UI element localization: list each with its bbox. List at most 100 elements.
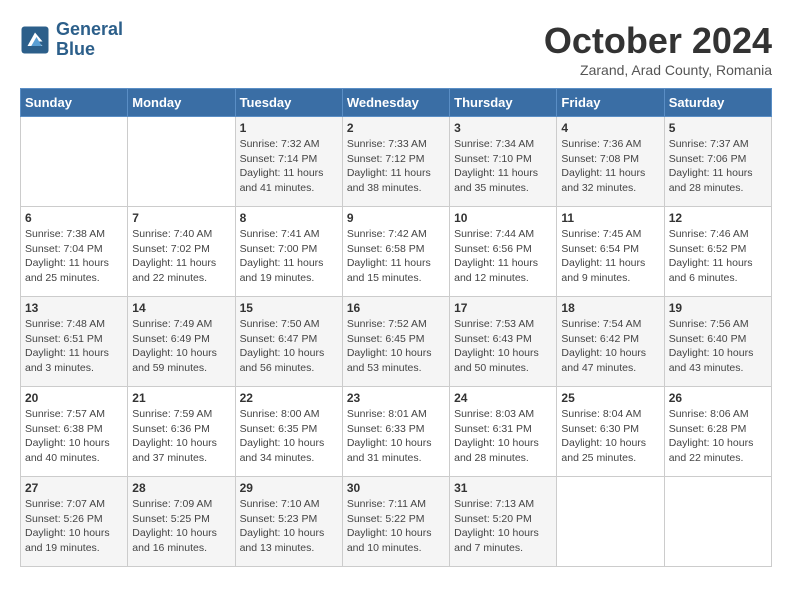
day-number: 22 — [240, 391, 338, 405]
calendar-cell: 7 Sunrise: 7:40 AM Sunset: 7:02 PM Daylig… — [128, 207, 235, 297]
calendar-week-row: 27 Sunrise: 7:07 AM Sunset: 5:26 PM Dayli… — [21, 477, 772, 567]
calendar-cell — [557, 477, 664, 567]
weekday-header: Wednesday — [342, 89, 449, 117]
day-info: Sunrise: 7:54 AM Sunset: 6:42 PM Dayligh… — [561, 317, 659, 376]
day-number: 30 — [347, 481, 445, 495]
day-number: 18 — [561, 301, 659, 315]
calendar-cell: 12 Sunrise: 7:46 AM Sunset: 6:52 PM Dayli… — [664, 207, 771, 297]
day-number: 5 — [669, 121, 767, 135]
calendar-cell: 22 Sunrise: 8:00 AM Sunset: 6:35 PM Dayli… — [235, 387, 342, 477]
weekday-header: Monday — [128, 89, 235, 117]
day-number: 19 — [669, 301, 767, 315]
calendar-cell: 24 Sunrise: 8:03 AM Sunset: 6:31 PM Dayli… — [450, 387, 557, 477]
calendar-cell — [21, 117, 128, 207]
day-info: Sunrise: 7:45 AM Sunset: 6:54 PM Dayligh… — [561, 227, 659, 286]
calendar-cell: 23Sunrise: 8:01 AM Sunset: 6:33 PM Dayli… — [342, 387, 449, 477]
day-number: 2 — [347, 121, 445, 135]
day-number: 24 — [454, 391, 552, 405]
page-header: General Blue October 2024 Zarand, Arad C… — [20, 20, 772, 78]
calendar-week-row: 13Sunrise: 7:48 AM Sunset: 6:51 PM Dayli… — [21, 297, 772, 387]
location: Zarand, Arad County, Romania — [544, 62, 772, 78]
month-title: October 2024 — [544, 20, 772, 62]
calendar-cell: 15Sunrise: 7:50 AM Sunset: 6:47 PM Dayli… — [235, 297, 342, 387]
calendar-cell: 31Sunrise: 7:13 AM Sunset: 5:20 PM Dayli… — [450, 477, 557, 567]
calendar-cell: 6Sunrise: 7:38 AM Sunset: 7:04 PM Daylig… — [21, 207, 128, 297]
day-number: 16 — [347, 301, 445, 315]
day-info: Sunrise: 7:42 AM Sunset: 6:58 PM Dayligh… — [347, 227, 445, 286]
day-number: 12 — [669, 211, 767, 225]
day-number: 21 — [132, 391, 230, 405]
day-info: Sunrise: 7:07 AM Sunset: 5:26 PM Dayligh… — [25, 497, 123, 556]
calendar-cell: 21 Sunrise: 7:59 AM Sunset: 6:36 PM Dayli… — [128, 387, 235, 477]
day-info: Sunrise: 7:40 AM Sunset: 7:02 PM Dayligh… — [132, 227, 230, 286]
weekday-header: Saturday — [664, 89, 771, 117]
day-number: 20 — [25, 391, 123, 405]
day-info: Sunrise: 7:48 AM Sunset: 6:51 PM Dayligh… — [25, 317, 123, 376]
logo-text: General Blue — [56, 20, 123, 60]
day-info: Sunrise: 7:32 AM Sunset: 7:14 PM Dayligh… — [240, 137, 338, 196]
day-info: Sunrise: 7:34 AM Sunset: 7:10 PM Dayligh… — [454, 137, 552, 196]
day-info: Sunrise: 7:56 AM Sunset: 6:40 PM Dayligh… — [669, 317, 767, 376]
calendar-cell: 9 Sunrise: 7:42 AM Sunset: 6:58 PM Daylig… — [342, 207, 449, 297]
day-info: Sunrise: 7:11 AM Sunset: 5:22 PM Dayligh… — [347, 497, 445, 556]
day-info: Sunrise: 8:03 AM Sunset: 6:31 PM Dayligh… — [454, 407, 552, 466]
calendar-cell: 1 Sunrise: 7:32 AM Sunset: 7:14 PM Daylig… — [235, 117, 342, 207]
calendar-cell: 26 Sunrise: 8:06 AM Sunset: 6:28 PM Dayli… — [664, 387, 771, 477]
calendar-cell: 14 Sunrise: 7:49 AM Sunset: 6:49 PM Dayli… — [128, 297, 235, 387]
logo: General Blue — [20, 20, 123, 60]
calendar-cell: 11 Sunrise: 7:45 AM Sunset: 6:54 PM Dayli… — [557, 207, 664, 297]
logo-line2: Blue — [56, 40, 123, 60]
calendar-cell: 29Sunrise: 7:10 AM Sunset: 5:23 PM Dayli… — [235, 477, 342, 567]
day-number: 3 — [454, 121, 552, 135]
day-info: Sunrise: 7:44 AM Sunset: 6:56 PM Dayligh… — [454, 227, 552, 286]
day-info: Sunrise: 7:41 AM Sunset: 7:00 PM Dayligh… — [240, 227, 338, 286]
calendar-cell — [664, 477, 771, 567]
day-info: Sunrise: 7:59 AM Sunset: 6:36 PM Dayligh… — [132, 407, 230, 466]
calendar-cell: 10Sunrise: 7:44 AM Sunset: 6:56 PM Dayli… — [450, 207, 557, 297]
day-info: Sunrise: 7:46 AM Sunset: 6:52 PM Dayligh… — [669, 227, 767, 286]
day-info: Sunrise: 8:04 AM Sunset: 6:30 PM Dayligh… — [561, 407, 659, 466]
calendar-table: SundayMondayTuesdayWednesdayThursdayFrid… — [20, 88, 772, 567]
calendar-cell: 5 Sunrise: 7:37 AM Sunset: 7:06 PM Daylig… — [664, 117, 771, 207]
day-number: 28 — [132, 481, 230, 495]
day-info: Sunrise: 7:37 AM Sunset: 7:06 PM Dayligh… — [669, 137, 767, 196]
logo-icon — [20, 25, 50, 55]
day-info: Sunrise: 7:13 AM Sunset: 5:20 PM Dayligh… — [454, 497, 552, 556]
day-info: Sunrise: 7:36 AM Sunset: 7:08 PM Dayligh… — [561, 137, 659, 196]
calendar-cell: 16 Sunrise: 7:52 AM Sunset: 6:45 PM Dayli… — [342, 297, 449, 387]
day-number: 7 — [132, 211, 230, 225]
calendar-cell: 17 Sunrise: 7:53 AM Sunset: 6:43 PM Dayli… — [450, 297, 557, 387]
calendar-cell: 25Sunrise: 8:04 AM Sunset: 6:30 PM Dayli… — [557, 387, 664, 477]
calendar-cell: 28 Sunrise: 7:09 AM Sunset: 5:25 PM Dayli… — [128, 477, 235, 567]
calendar-week-row: 1 Sunrise: 7:32 AM Sunset: 7:14 PM Daylig… — [21, 117, 772, 207]
title-block: October 2024 Zarand, Arad County, Romani… — [544, 20, 772, 78]
day-number: 1 — [240, 121, 338, 135]
day-info: Sunrise: 8:06 AM Sunset: 6:28 PM Dayligh… — [669, 407, 767, 466]
day-number: 27 — [25, 481, 123, 495]
day-number: 9 — [347, 211, 445, 225]
calendar-cell: 2Sunrise: 7:33 AM Sunset: 7:12 PM Daylig… — [342, 117, 449, 207]
day-number: 14 — [132, 301, 230, 315]
calendar-cell: 19 Sunrise: 7:56 AM Sunset: 6:40 PM Dayli… — [664, 297, 771, 387]
day-number: 15 — [240, 301, 338, 315]
logo-line1: General — [56, 20, 123, 40]
day-info: Sunrise: 7:10 AM Sunset: 5:23 PM Dayligh… — [240, 497, 338, 556]
calendar-cell: 13Sunrise: 7:48 AM Sunset: 6:51 PM Dayli… — [21, 297, 128, 387]
day-info: Sunrise: 7:38 AM Sunset: 7:04 PM Dayligh… — [25, 227, 123, 286]
weekday-header: Friday — [557, 89, 664, 117]
day-number: 11 — [561, 211, 659, 225]
day-number: 26 — [669, 391, 767, 405]
weekday-header-row: SundayMondayTuesdayWednesdayThursdayFrid… — [21, 89, 772, 117]
calendar-week-row: 20Sunrise: 7:57 AM Sunset: 6:38 PM Dayli… — [21, 387, 772, 477]
day-info: Sunrise: 7:52 AM Sunset: 6:45 PM Dayligh… — [347, 317, 445, 376]
calendar-week-row: 6Sunrise: 7:38 AM Sunset: 7:04 PM Daylig… — [21, 207, 772, 297]
calendar-cell: 8Sunrise: 7:41 AM Sunset: 7:00 PM Daylig… — [235, 207, 342, 297]
day-number: 17 — [454, 301, 552, 315]
day-info: Sunrise: 8:01 AM Sunset: 6:33 PM Dayligh… — [347, 407, 445, 466]
calendar-cell: 18 Sunrise: 7:54 AM Sunset: 6:42 PM Dayli… — [557, 297, 664, 387]
day-info: Sunrise: 7:49 AM Sunset: 6:49 PM Dayligh… — [132, 317, 230, 376]
weekday-header: Sunday — [21, 89, 128, 117]
day-info: Sunrise: 7:53 AM Sunset: 6:43 PM Dayligh… — [454, 317, 552, 376]
day-info: Sunrise: 8:00 AM Sunset: 6:35 PM Dayligh… — [240, 407, 338, 466]
day-info: Sunrise: 7:09 AM Sunset: 5:25 PM Dayligh… — [132, 497, 230, 556]
